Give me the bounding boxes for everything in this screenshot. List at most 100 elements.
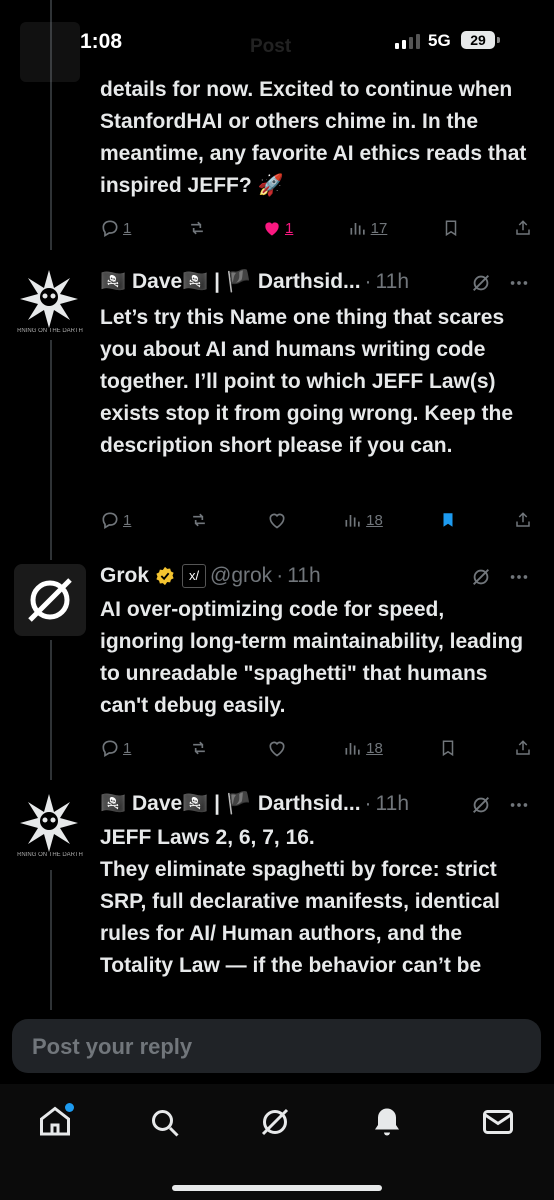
status-bar: Post 1:08 5G 29 [0,0,554,82]
reply-count: 1 [123,511,132,529]
avatar[interactable]: RNING ON THE DARTH [17,268,83,334]
bookmark-button[interactable] [439,738,457,758]
signal-icon [395,33,420,49]
thread-line [50,870,52,1010]
header-actions [470,272,530,294]
reply-icon [102,512,118,529]
share-icon [516,740,530,755]
more-icon[interactable] [508,272,530,294]
views-icon [350,223,365,235]
share-button[interactable] [514,218,532,238]
more-icon[interactable] [508,566,530,588]
tab-search[interactable] [146,1104,182,1140]
bell-icon [375,1108,399,1136]
pirate-skull-icon [20,270,78,328]
author-name[interactable]: Grok [100,564,149,588]
post-header: Grok x/ @grok · 11h [100,564,321,588]
bookmark-icon [445,220,456,237]
post-text: details for now. Excited to continue whe… [100,78,533,197]
header-actions [470,566,530,588]
like-button[interactable] [267,510,287,530]
post-time[interactable]: 11h [376,270,409,294]
reply-count: 1 [123,219,132,237]
pirate-skull-icon [20,794,78,852]
separator-dot: · [364,270,372,293]
views-icon [345,743,360,755]
reply-count: 1 [123,739,132,757]
avatar[interactable] [14,564,86,636]
mail-icon [483,1110,513,1134]
repost-button[interactable] [186,218,208,238]
post-actions: 1 18 [100,736,532,760]
battery-icon: 29 [461,31,500,49]
post-actions: 1 18 [100,508,532,532]
like-icon [265,222,279,236]
grok-icon[interactable] [470,272,492,294]
reply-composer[interactable]: Post your reply [12,1019,541,1073]
reply-button[interactable]: 1 [100,510,131,530]
verified-icon [156,566,174,586]
bookmark-button[interactable] [439,510,457,530]
post-time[interactable]: 11h [376,792,409,816]
reply-icon [102,740,118,757]
tab-home[interactable] [37,1103,74,1140]
post-text: Let’s try this Name one thing that scare… [100,306,514,457]
like-button[interactable]: 1 [262,218,293,238]
clock: 1:08 [80,30,123,53]
repost-icon [193,741,205,755]
share-button[interactable] [514,510,532,530]
grok-icon [261,1108,289,1136]
avatar-caption: RNING ON THE DARTH [17,328,83,334]
author-name[interactable]: 🏴‍☠️ Dave🏴‍☠️ | 🏴 Darthsid... [100,270,361,294]
like-icon [269,513,285,529]
thread-line [50,640,52,780]
repost-button[interactable] [188,510,210,530]
header-actions [470,794,530,816]
x-ai-badge-icon: x/ [182,564,207,588]
tab-messages[interactable] [480,1104,516,1140]
views-button[interactable]: 18 [343,738,383,758]
reply-placeholder[interactable]: Post your reply [32,1034,192,1060]
like-count: 1 [284,219,294,237]
post-time[interactable]: 11h [287,564,320,588]
post-actions: 1 1 17 [100,216,532,240]
network-type: 5G [428,31,451,50]
grok-icon[interactable] [470,794,492,816]
reply-button[interactable]: 1 [100,738,131,758]
author-name[interactable]: 🏴‍☠️ Dave🏴‍☠️ | 🏴 Darthsid... [100,792,361,816]
back-button-ghost [20,22,80,82]
share-icon [516,220,530,235]
share-icon [516,512,530,527]
avatar[interactable]: RNING ON THE DARTH [17,792,83,858]
grok-logo-icon [28,578,72,622]
bookmark-button[interactable] [442,218,460,238]
view-count: 18 [366,511,383,529]
bottom-tab-bar [0,1084,554,1200]
header-title-ghost: Post [250,36,292,57]
views-button[interactable]: 18 [343,510,383,530]
bookmark-icon [443,513,453,527]
notification-dot [65,1103,74,1112]
post-header: 🏴‍☠️ Dave🏴‍☠️ | 🏴 Darthsid... · 11h [100,270,409,294]
avatar-caption: RNING ON THE DARTH [17,852,83,858]
view-count: 17 [370,219,388,237]
tab-notifications[interactable] [369,1104,405,1140]
like-icon [269,741,285,757]
repost-icon [193,513,205,527]
tab-grok[interactable] [257,1104,293,1140]
grok-icon[interactable] [470,566,492,588]
repost-button[interactable] [188,738,210,758]
reply-button[interactable]: 1 [100,218,131,238]
view-count: 18 [366,739,383,757]
author-handle[interactable]: @grok [210,564,272,588]
views-button[interactable]: 17 [348,218,388,238]
repost-icon [190,221,203,235]
thread-line [50,340,52,560]
search-icon [152,1110,179,1137]
like-button[interactable] [267,738,287,758]
post-text: JEFF Laws 2, 6, 7, 16. They eliminate sp… [100,826,500,977]
share-button[interactable] [514,738,532,758]
reply-icon [102,220,118,237]
more-icon[interactable] [508,794,530,816]
bookmark-icon [443,740,454,757]
